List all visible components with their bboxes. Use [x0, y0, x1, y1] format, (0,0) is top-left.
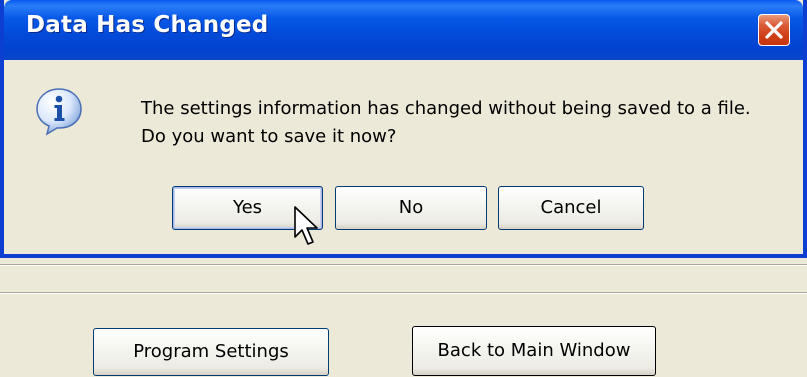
dialog-message: The settings information has changed wit…: [141, 95, 801, 151]
information-icon: [36, 88, 82, 136]
divider: [0, 292, 807, 294]
dialog-titlebar[interactable]: Data Has Changed: [4, 0, 803, 60]
program-settings-button[interactable]: Program Settings: [93, 328, 329, 376]
close-button[interactable]: [758, 14, 790, 46]
mouse-pointer-icon: [294, 206, 318, 245]
data-changed-dialog: Data Has Changed The settings informatio…: [0, 0, 807, 258]
dialog-title: Data Has Changed: [26, 12, 269, 38]
message-line-2: Do you want to save it now?: [141, 126, 397, 147]
screen: Data Has Changed The settings informatio…: [0, 0, 807, 377]
divider: [0, 264, 807, 266]
cancel-button[interactable]: Cancel: [498, 186, 644, 230]
close-icon: [765, 21, 783, 39]
back-to-main-window-button[interactable]: Back to Main Window: [412, 326, 656, 376]
no-button[interactable]: No: [335, 186, 487, 230]
message-line-1: The settings information has changed wit…: [141, 98, 751, 119]
